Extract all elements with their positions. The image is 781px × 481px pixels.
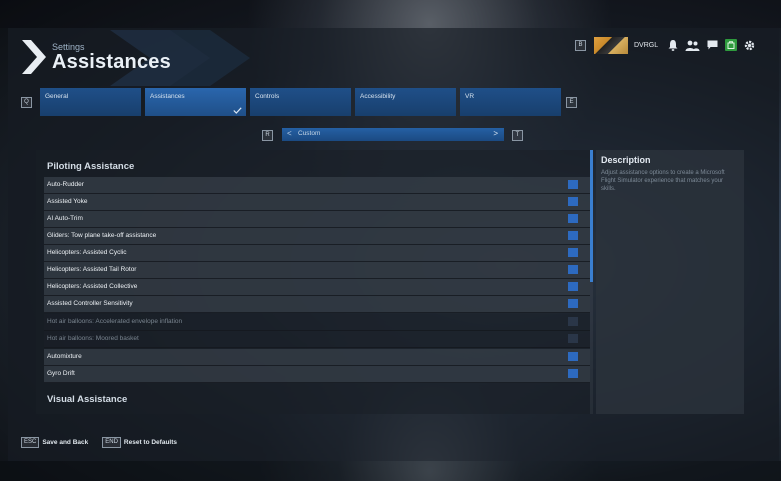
preset-prev-arrow-icon[interactable]: <	[287, 129, 292, 138]
setting-toggle[interactable]	[568, 180, 578, 189]
setting-label: Automixture	[47, 353, 82, 360]
reset-defaults-button[interactable]: Reset to Defaults	[124, 439, 177, 446]
setting-row-balloon-inflation: Hot air balloons: Accelerated envelope i…	[44, 314, 590, 331]
setting-row-gyro-drift[interactable]: Gyro Drift	[44, 366, 590, 383]
key-hint-t: T	[512, 130, 523, 141]
avatar[interactable]	[594, 36, 628, 54]
marketplace-icon[interactable]	[725, 39, 737, 51]
setting-row-balloon-moored: Hot air balloons: Moored basket	[44, 331, 590, 348]
setting-label: Gliders: Tow plane take-off assistance	[47, 232, 157, 239]
description-text: Adjust assistance options to create a Mi…	[601, 170, 725, 192]
setting-toggle[interactable]	[568, 231, 578, 240]
tab-controls[interactable]: Controls	[250, 88, 351, 116]
setting-toggle[interactable]	[568, 352, 578, 361]
setting-toggle[interactable]	[568, 197, 578, 206]
setting-label: Helicopters: Assisted Cyclic	[47, 249, 127, 256]
description-panel: Description Adjust assistance options to…	[596, 150, 744, 414]
setting-row-controller-sensitivity[interactable]: Assisted Controller Sensitivity	[44, 296, 590, 313]
tab-label: VR	[465, 93, 475, 100]
key-hint-b: B	[575, 39, 586, 51]
header-toolbar: B DVRGL	[575, 36, 755, 54]
setting-row-auto-rudder[interactable]: Auto-Rudder	[44, 177, 590, 194]
tab-label: Assistances	[150, 93, 185, 100]
setting-row-heli-cyclic[interactable]: Helicopters: Assisted Cyclic	[44, 245, 590, 262]
setting-label: Helicopters: Assisted Tail Rotor	[47, 266, 137, 273]
setting-label: Hot air balloons: Moored basket	[47, 335, 139, 342]
notification-bell-icon[interactable]	[668, 39, 678, 51]
username[interactable]: DVRGL	[634, 42, 664, 49]
tab-assistances[interactable]: Assistances	[145, 88, 246, 116]
setting-label: Auto-Rudder	[47, 181, 84, 188]
setting-row-heli-collective[interactable]: Helicopters: Assisted Collective	[44, 279, 590, 296]
setting-row-heli-tail-rotor[interactable]: Helicopters: Assisted Tail Rotor	[44, 262, 590, 279]
friends-icon[interactable]	[685, 40, 700, 51]
setting-toggle[interactable]	[568, 248, 578, 257]
back-chevron-icon[interactable]	[22, 40, 48, 74]
setting-row-gliders-tow[interactable]: Gliders: Tow plane take-off assistance	[44, 228, 590, 245]
setting-toggle[interactable]	[568, 282, 578, 291]
setting-toggle[interactable]	[568, 369, 578, 378]
tab-label: General	[45, 93, 69, 100]
setting-toggle[interactable]	[568, 299, 578, 308]
checkmark-icon	[233, 107, 242, 114]
setting-label: Assisted Controller Sensitivity	[47, 300, 133, 307]
key-hint-end: END	[102, 437, 121, 448]
marketplace-glyph-icon	[727, 41, 735, 49]
key-hint-esc: ESC	[21, 437, 40, 448]
setting-label: Assisted Yoke	[47, 198, 88, 205]
description-title: Description	[601, 155, 651, 165]
tab-vr[interactable]: VR	[460, 88, 561, 116]
setting-row-ai-auto-trim[interactable]: AI Auto-Trim	[44, 211, 590, 228]
preset-next-arrow-icon[interactable]: >	[493, 129, 498, 138]
preset-selector[interactable]: < Custom >	[282, 128, 504, 141]
key-hint-q: Q	[21, 97, 32, 108]
setting-label: AI Auto-Trim	[47, 215, 83, 222]
top-bar	[0, 0, 781, 28]
tab-label: Accessibility	[360, 93, 396, 100]
section-title-piloting: Piloting Assistance	[47, 161, 135, 172]
save-and-back-button[interactable]: Save and Back	[42, 439, 88, 446]
list-scrollbar-thumb[interactable]	[590, 150, 593, 282]
footer-actions: ESC Save and Back END Reset to Defaults	[21, 437, 191, 448]
setting-toggle	[568, 317, 578, 326]
setting-label: Gyro Drift	[47, 370, 75, 377]
settings-tabs: General Assistances Controls Accessibili…	[40, 88, 561, 116]
bottom-bar	[0, 461, 781, 481]
setting-label: Helicopters: Assisted Collective	[47, 283, 138, 290]
tab-accessibility[interactable]: Accessibility	[355, 88, 456, 116]
key-hint-r: R	[262, 130, 273, 141]
preset-value: Custom	[298, 130, 321, 137]
page-title: Assistances	[52, 51, 171, 73]
chat-icon[interactable]	[707, 40, 718, 50]
settings-gear-icon[interactable]	[744, 40, 755, 51]
key-hint-e: E	[566, 97, 577, 108]
setting-toggle[interactable]	[568, 265, 578, 274]
section-title-visual: Visual Assistance	[47, 394, 128, 405]
settings-list[interactable]: Piloting Assistance Auto-Rudder Assisted…	[36, 150, 590, 414]
setting-toggle[interactable]	[568, 214, 578, 223]
tab-label: Controls	[255, 93, 280, 100]
setting-label: Hot air balloons: Accelerated envelope i…	[47, 318, 183, 325]
tab-general[interactable]: General	[40, 88, 141, 116]
setting-toggle	[568, 334, 578, 343]
setting-row-assisted-yoke[interactable]: Assisted Yoke	[44, 194, 590, 211]
setting-row-automixture[interactable]: Automixture	[44, 349, 590, 366]
